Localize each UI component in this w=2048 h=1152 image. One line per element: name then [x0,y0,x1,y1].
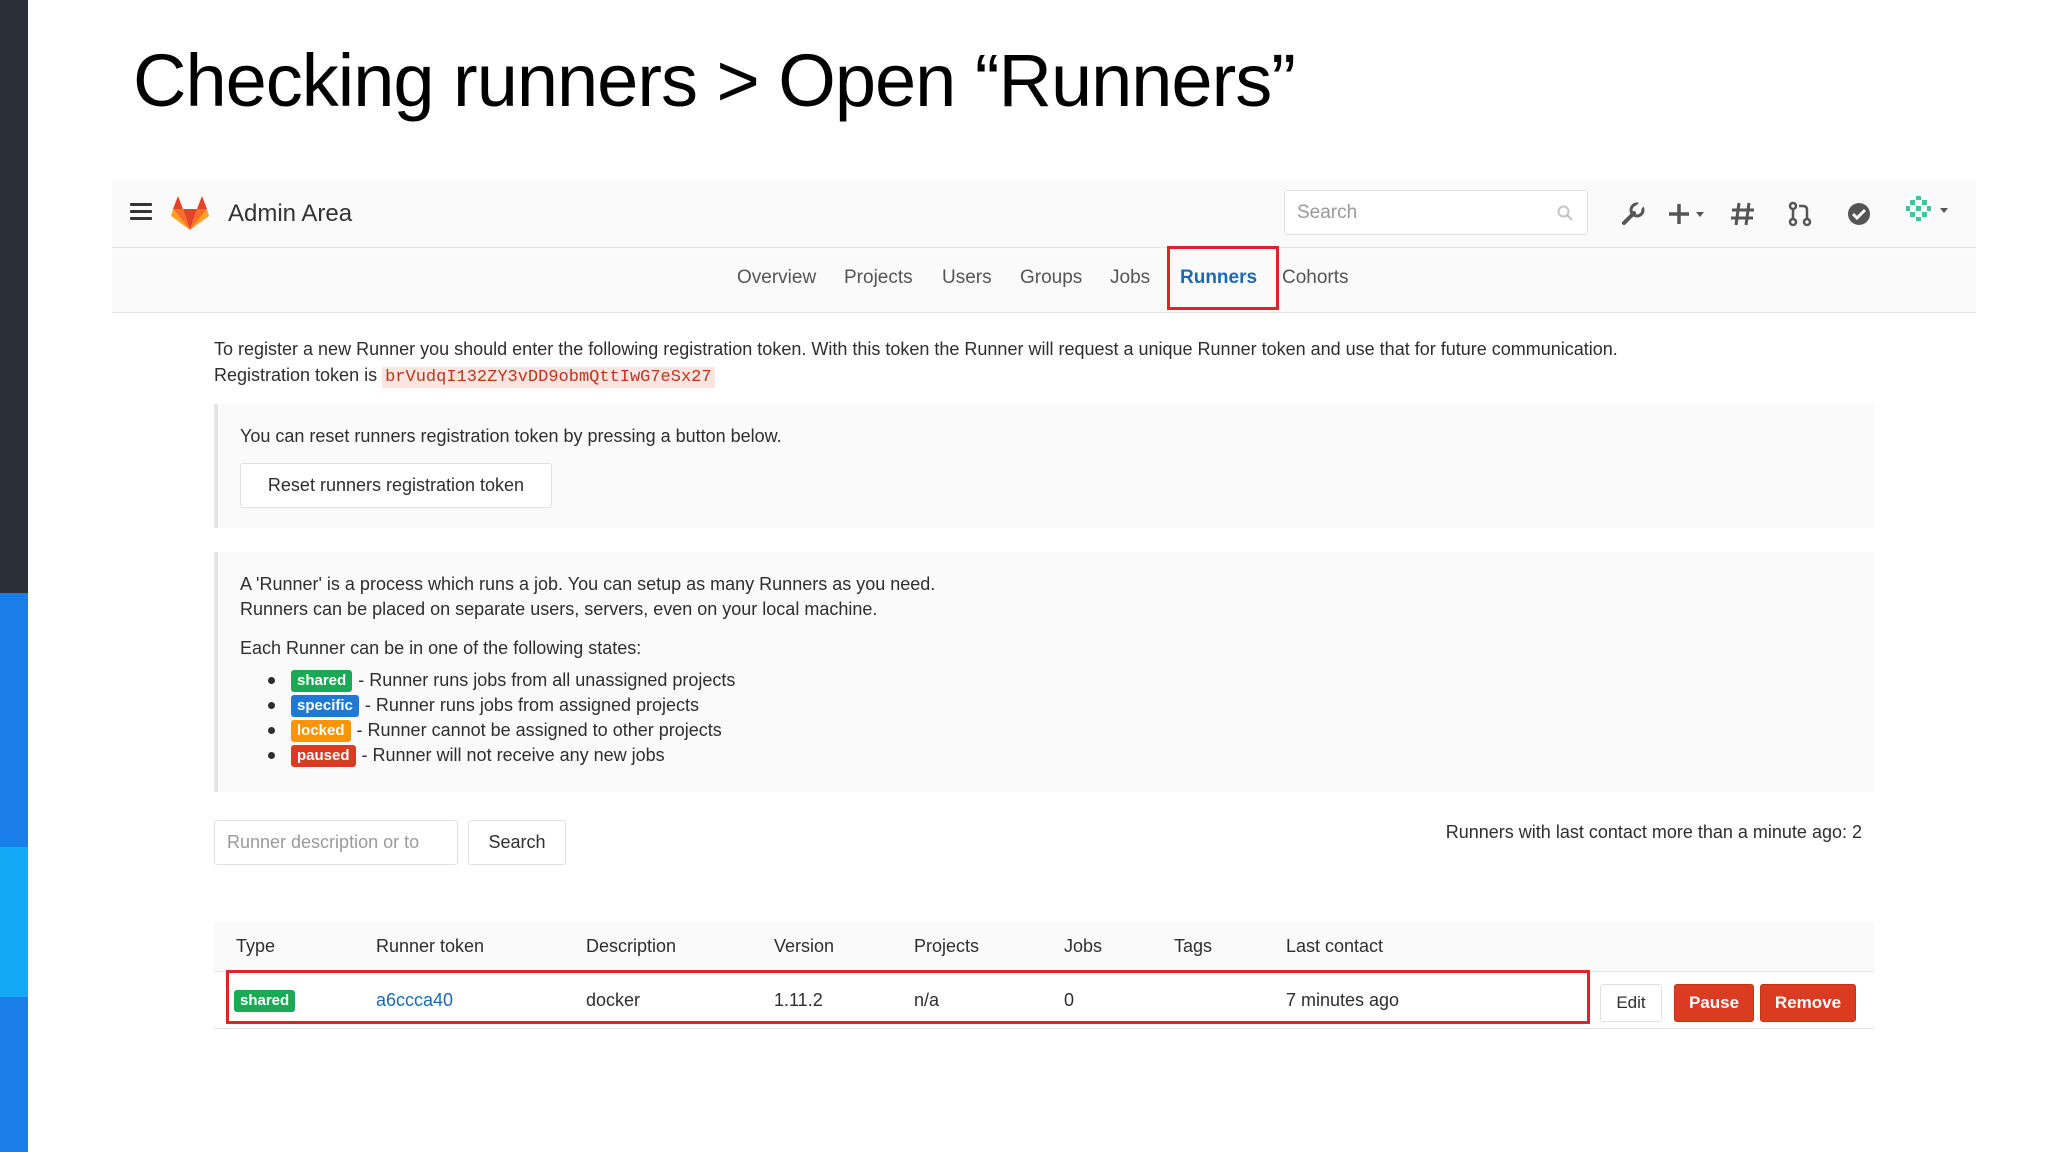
runner-description: docker [586,990,641,1010]
remove-runner-button[interactable]: Remove [1760,984,1856,1022]
global-search[interactable] [1284,190,1588,235]
search-input[interactable] [1285,191,1535,234]
column-header: Version [774,936,835,956]
registration-token: brVudqI132ZY3vDD9obmQttIwG7eSx27 [382,367,715,388]
list-item: locked - Runner cannot be assigned to oth… [240,718,735,743]
reset-token-button[interactable]: Reset runners registration token [240,463,552,508]
tab-users[interactable]: Users [942,267,992,289]
runner-type-cell: shared [234,989,301,1012]
merge-request-icon[interactable] [1788,198,1812,230]
runner-filter[interactable] [214,820,458,865]
last-contact-note: Runners with last contact more than a mi… [1445,822,1862,842]
token-line: Registration token is brVudqI132ZY3vDD9o… [214,362,1618,391]
runner-filter-input[interactable] [215,821,451,864]
slide-accent-bar [0,0,28,1152]
column-header: Description [586,936,677,956]
check-circle-icon[interactable] [1846,198,1872,230]
state-description: - Runner runs jobs from assigned project… [364,695,700,715]
paused-badge: paused [291,744,356,767]
registration-intro: To register a new Runner you should ente… [214,336,1618,391]
column-header: Tags [1174,936,1213,956]
tab-projects[interactable]: Projects [844,267,913,289]
shared-badge: shared [291,669,353,692]
runner-jobs: 0 [1064,990,1075,1010]
token-label: Registration token is [214,365,378,385]
top-navbar: Admin Area [112,180,1976,248]
gitlab-logo-icon[interactable] [170,194,210,232]
column-header: Last contact [1286,936,1384,956]
slide-title: Checking runners > Open “Runners” [133,39,1296,122]
column-header: Runner token [376,936,485,956]
slide: Checking runners > Open “Runners” Admin … [0,0,2048,1152]
state-description: - Runner cannot be assigned to other pro… [356,720,722,740]
runner-last-contact: 7 minutes ago [1286,990,1400,1010]
specific-badge: specific [291,694,359,717]
column-header: Jobs [1064,936,1103,956]
gitlab-admin-screenshot: Admin Area Search Overview Projects User… [112,180,1976,1050]
runner-info-line1: A 'Runner' is a process which runs a job… [240,574,936,594]
list-item: shared - Runner runs jobs from all unassi… [240,668,735,693]
search-icon [1557,205,1573,221]
avatar[interactable] [1902,194,1952,226]
hamburger-menu-icon[interactable] [130,203,152,223]
column-header: Projects [914,936,980,956]
runner-search-button[interactable]: Search [468,820,566,865]
tab-overview[interactable]: Overview [737,267,816,289]
runner-info-panel: A 'Runner' is a process which runs a job… [214,552,1874,792]
reset-token-text: You can reset runners registration token… [240,426,782,446]
list-item: paused - Runner will not receive any new … [240,743,735,768]
app-title: Admin Area [228,200,353,227]
runner-info-line2: Runners can be placed on separate users,… [240,599,878,619]
admin-subnav: Overview Projects Users Groups Jobs Runn… [112,249,1976,313]
column-header: Type [236,936,276,956]
hash-icon[interactable] [1730,198,1756,230]
runner-projects: n/a [914,990,940,1010]
plus-icon[interactable] [1668,198,1708,230]
shared-badge: shared [234,990,296,1012]
state-description: - Runner runs jobs from all unassigned p… [358,670,736,690]
state-description: - Runner will not receive any new jobs [361,745,665,765]
states-intro: Each Runner can be in one of the followi… [240,638,642,658]
tab-runners[interactable]: Runners [1180,267,1257,289]
pause-runner-button[interactable]: Pause [1674,984,1754,1022]
runners-table-header: Type Runner token Description Version Pr… [214,922,1874,972]
reset-token-panel: You can reset runners registration token… [214,404,1874,528]
list-item: specific - Runner runs jobs from assigned… [240,693,735,718]
locked-badge: locked [291,719,351,742]
runner-token-link[interactable]: a6ccca40 [376,990,453,1011]
tab-groups[interactable]: Groups [1020,267,1082,289]
tab-cohorts[interactable]: Cohorts [1282,267,1349,289]
edit-runner-button[interactable]: Edit [1600,984,1662,1022]
runner-version: 1.11.2 [774,990,823,1010]
wrench-icon[interactable] [1620,198,1646,230]
tab-jobs[interactable]: Jobs [1110,267,1150,289]
table-row: shared a6ccca40 docker 1.11.2 n/a 0 7 mi… [214,972,1874,1029]
states-list: shared - Runner runs jobs from all unassi… [240,668,735,768]
intro-text: To register a new Runner you should ente… [214,339,1618,359]
